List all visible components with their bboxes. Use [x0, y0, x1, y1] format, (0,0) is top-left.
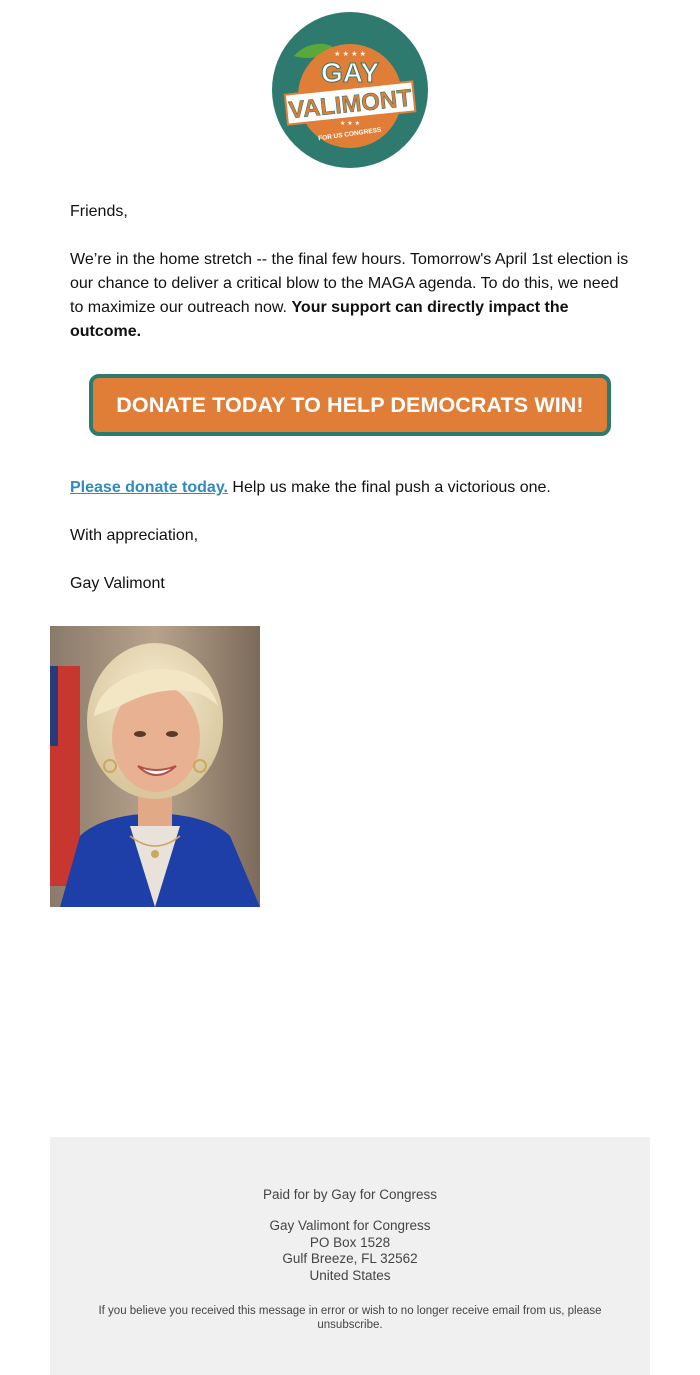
address-line: United States — [309, 1267, 391, 1283]
donate-rest-text: Help us make the final push a victorious… — [227, 479, 551, 496]
intro-paragraph: We’re in the home stretch -- the final f… — [70, 248, 636, 344]
address-line: Gay Valimont for Congress — [269, 1218, 431, 1233]
paid-for-disclaimer: Paid for by Gay for Congress — [262, 1187, 438, 1202]
address-line: Gulf Breeze, FL 32562 — [282, 1251, 418, 1266]
greeting: Friends, — [70, 203, 128, 220]
unsubscribe-notice: If you believe you received this message… — [80, 1304, 620, 1332]
logo-name-line1: GAY — [321, 57, 379, 88]
disclaimer-end: . — [379, 1319, 383, 1331]
unsubscribe-link[interactable]: unsubscribe — [317, 1319, 379, 1331]
mailing-address: Gay Valimont for Congress PO Box 1528 Gu… — [50, 1218, 650, 1284]
campaign-logo: ★ ★ ★ ★ ★ ★ ★ GAY VALIMONT FOR US CONGRE… — [272, 12, 428, 168]
donate-cta-button[interactable]: DONATE TODAY TO HELP DEMOCRATS WIN! — [89, 374, 611, 436]
svg-text:★ ★ ★: ★ ★ ★ — [340, 120, 360, 127]
donate-paragraph: Please donate today. Help us make the fi… — [70, 476, 636, 500]
donate-link[interactable]: Please donate today. — [70, 479, 228, 496]
disclaimer-text: If you believe you received this message… — [98, 1305, 602, 1317]
signature: Gay Valimont — [70, 575, 165, 592]
closing: With appreciation, — [70, 527, 199, 544]
address-line: PO Box 1528 — [309, 1234, 391, 1250]
candidate-photo — [50, 626, 260, 907]
footer: Paid for by Gay for Congress Gay Valimon… — [50, 1137, 650, 1375]
